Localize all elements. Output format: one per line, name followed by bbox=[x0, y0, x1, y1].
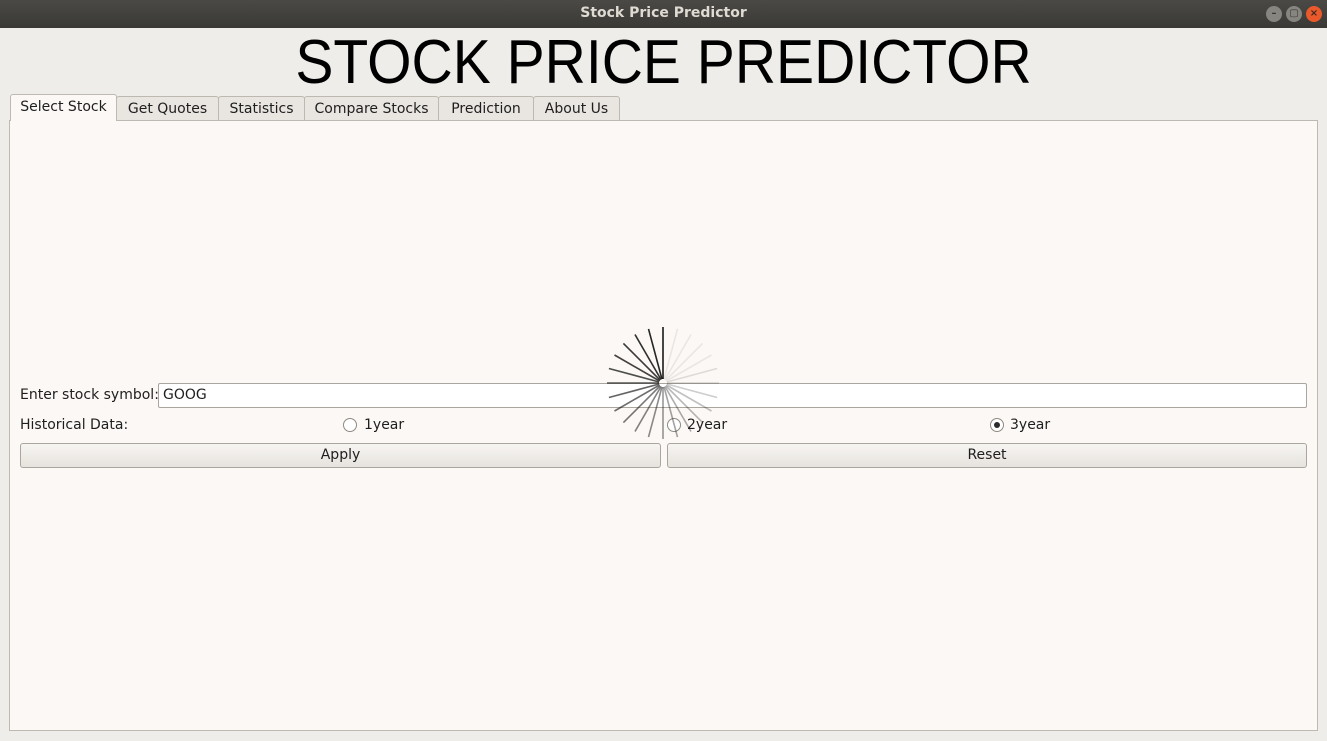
apply-button[interactable]: Apply bbox=[20, 443, 661, 468]
tab-statistics[interactable]: Statistics bbox=[218, 96, 305, 120]
tab-prediction[interactable]: Prediction bbox=[438, 96, 534, 120]
close-button[interactable]: × bbox=[1306, 6, 1322, 22]
window-title: Stock Price Predictor bbox=[580, 5, 747, 21]
tab-about-us[interactable]: About Us bbox=[533, 96, 620, 120]
radio-1year[interactable] bbox=[343, 418, 357, 432]
spinner-ray bbox=[634, 386, 662, 432]
spinner-ray bbox=[666, 384, 712, 412]
maximize-button[interactable]: ▢ bbox=[1286, 6, 1302, 22]
minimize-icon: – bbox=[1271, 8, 1277, 19]
close-icon: × bbox=[1309, 8, 1319, 19]
spinner-ray bbox=[614, 354, 660, 382]
busy-spinner-icon bbox=[607, 327, 719, 439]
tab-select-stock[interactable]: Select Stock bbox=[10, 94, 117, 121]
maximize-icon: ▢ bbox=[1289, 8, 1299, 19]
stock-symbol-input[interactable]: GOOG bbox=[158, 383, 1307, 408]
radio-3year[interactable] bbox=[990, 418, 1004, 432]
spinner-ray bbox=[664, 334, 692, 380]
historical-data-label: Historical Data: bbox=[20, 417, 129, 433]
app-heading: STOCK PRICE PREDICTOR bbox=[295, 28, 1032, 97]
spinner-ray bbox=[664, 386, 692, 432]
minimize-button[interactable]: – bbox=[1266, 6, 1282, 22]
spinner-ray bbox=[614, 384, 660, 412]
spinner-ray bbox=[666, 354, 712, 382]
radio-1year-label[interactable]: 1year bbox=[364, 417, 404, 433]
reset-button[interactable]: Reset bbox=[667, 443, 1307, 468]
symbol-label: Enter stock symbol: bbox=[20, 387, 159, 403]
tab-compare-stocks[interactable]: Compare Stocks bbox=[304, 96, 439, 120]
spinner-ray bbox=[634, 334, 662, 380]
window-titlebar: Stock Price Predictor – ▢ × bbox=[0, 0, 1327, 28]
radio-3year-label[interactable]: 3year bbox=[1010, 417, 1050, 433]
tab-get-quotes[interactable]: Get Quotes bbox=[116, 96, 219, 120]
